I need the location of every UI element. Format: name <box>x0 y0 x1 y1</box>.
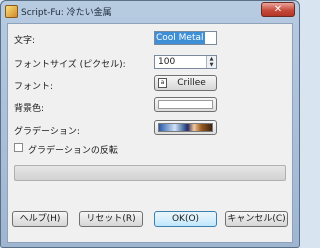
reverse-gradient-label[interactable]: グラデーションの反転 <box>28 143 118 156</box>
bg-color-button[interactable] <box>154 97 217 112</box>
dialog-content: 文字: Cool Metal フォントサイズ (ピクセル): 100 ▲ ▼ フ… <box>7 23 293 243</box>
app-icon <box>5 5 18 18</box>
font-select-button[interactable]: a Crillee <box>154 75 217 91</box>
cancel-button[interactable]: キャンセル(C) <box>225 211 288 227</box>
title-bar[interactable]: Script-Fu: 冷たい金属 ✕ <box>1 1 299 22</box>
spin-buttons[interactable]: ▲ ▼ <box>206 56 216 68</box>
font-icon: a <box>158 78 167 88</box>
dialog-window: Script-Fu: 冷たい金属 ✕ 文字: Cool Metal フォントサイ… <box>0 0 300 248</box>
font-size-value: 100 <box>158 57 176 67</box>
text-field[interactable]: Cool Metal <box>154 31 217 45</box>
gradient-preview <box>158 123 213 132</box>
progress-bar <box>14 165 286 181</box>
text-field-value: Cool Metal <box>155 32 205 44</box>
window-title: Script-Fu: 冷たい金属 <box>21 8 112 18</box>
font-size-label: フォントサイズ (ピクセル): <box>14 60 126 70</box>
ok-button[interactable]: OK(O) <box>154 211 217 227</box>
spin-down-icon[interactable]: ▼ <box>207 62 216 68</box>
font-select-value: Crillee <box>177 78 206 88</box>
reverse-gradient-checkbox[interactable] <box>14 143 23 152</box>
reset-button[interactable]: リセット(R) <box>79 211 143 227</box>
text-label: 文字: <box>14 36 36 46</box>
bg-color-label: 背景色: <box>14 104 45 114</box>
close-icon: ✕ <box>273 4 283 15</box>
font-label: フォント: <box>14 82 54 92</box>
font-size-spinner[interactable]: 100 ▲ ▼ <box>154 55 217 69</box>
bg-color-swatch <box>158 100 213 109</box>
close-button[interactable]: ✕ <box>261 2 295 17</box>
gradient-button[interactable] <box>154 120 217 135</box>
gradient-label: グラデーション: <box>14 127 80 137</box>
help-button[interactable]: ヘルプ(H) <box>12 211 68 227</box>
